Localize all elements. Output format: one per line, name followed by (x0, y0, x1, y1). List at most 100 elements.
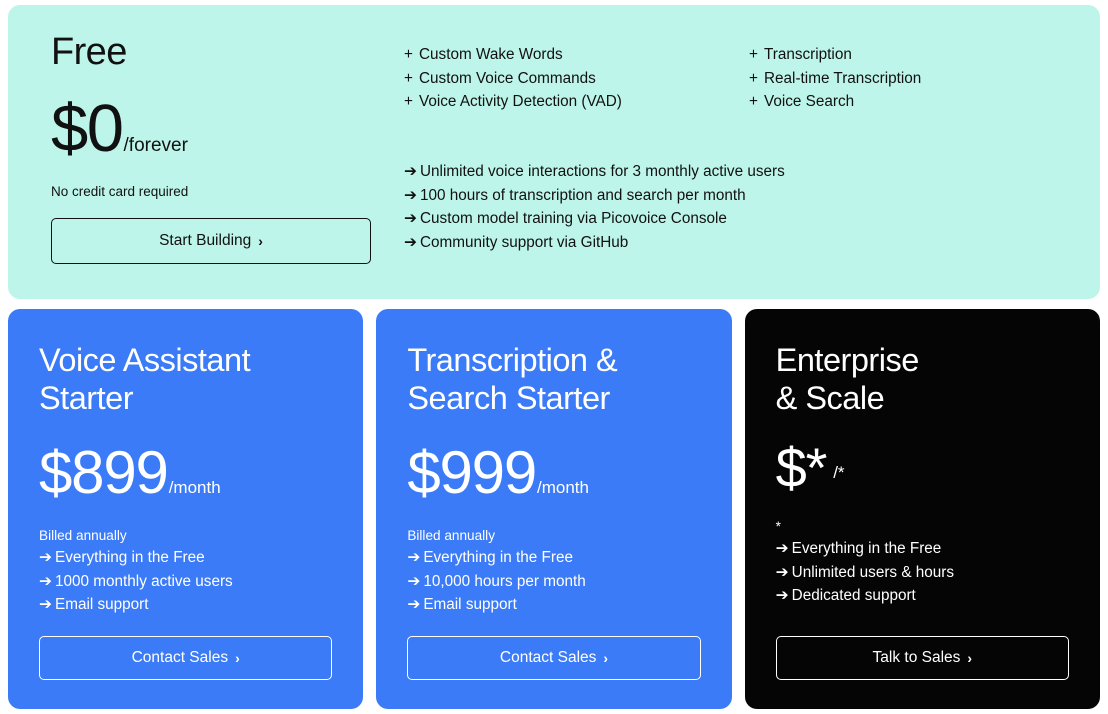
list-item-label: Unlimited users & hours (791, 563, 955, 581)
plus-icon: + (749, 46, 758, 63)
free-feature-column-1: + Custom Wake Words + Custom Voice Command… (404, 43, 749, 114)
plan-title-line-1: Transcription & (407, 342, 618, 378)
price-free: $0 /forever (51, 95, 391, 162)
contact-sales-button[interactable]: Contact Sales › (407, 636, 701, 680)
arrow-right-icon: ➔ (404, 163, 417, 180)
start-building-button[interactable]: Start Building › (51, 217, 371, 264)
list-item: + Real-time Transcription (749, 67, 1079, 91)
arrow-right-icon: ➔ (39, 572, 52, 590)
contact-sales-label: Contact Sales (131, 649, 229, 666)
chevron-right-icon: › (235, 650, 240, 666)
pricing-card-free: Free $0 /forever No credit card required… (8, 5, 1100, 299)
list-item-label: Real-time Transcription (764, 69, 922, 87)
plan-title: Enterprise & Scale (776, 341, 1070, 417)
list-item-label: Unlimited voice interactions for 3 month… (420, 163, 785, 180)
list-item: + Voice Activity Detection (VAD) (404, 90, 749, 114)
price-unit: /month (168, 478, 221, 497)
list-item-label: 10,000 hours per month (423, 572, 586, 590)
list-item-label: Everything in the Free (791, 540, 942, 558)
list-item: + Custom Wake Words (404, 43, 749, 67)
price-unit-free: /forever (123, 134, 188, 156)
arrow-right-icon: ➔ (39, 549, 52, 566)
list-item: + Transcription (749, 43, 1079, 67)
price-amount: $899 (39, 439, 169, 506)
price-unit: /month (537, 478, 589, 497)
free-limits-list: ➔ Unlimited voice interactions for 3 mont… (404, 160, 785, 254)
list-item-label: Transcription (764, 46, 852, 63)
list-item: ➔ Everything in the Free (407, 546, 701, 570)
list-item-label: 1000 monthly active users (55, 572, 233, 590)
plus-icon: + (749, 93, 758, 110)
list-item: ➔ Unlimited users & hours (776, 561, 1070, 585)
arrow-right-icon: ➔ (39, 596, 52, 613)
price-amount: $* (775, 436, 828, 499)
no-credit-card-note: No credit card required (51, 183, 189, 199)
feature-list: ➔ Everything in the Free ➔ 10,000 hours pe… (407, 546, 701, 617)
list-item: ➔ 100 hours of transcription and search p… (404, 184, 785, 208)
list-item-label: Custom Wake Words (419, 46, 563, 63)
list-item-label: Everything in the Free (55, 549, 205, 566)
price: $* /* (775, 436, 1070, 499)
list-item: ➔ Custom model training via Picovoice Con… (404, 207, 785, 231)
list-item-label: Custom model training via Picovoice Cons… (420, 210, 727, 227)
list-item: ➔ Email support (407, 593, 701, 617)
start-building-label: Start Building (159, 231, 252, 249)
plan-title-line-2: & Scale (775, 380, 885, 416)
list-item: ➔ 10,000 hours per month (407, 570, 701, 594)
price: $999 /month (407, 443, 701, 503)
plan-title-line-1: Enterprise (775, 342, 920, 378)
pricing-card-voice-assistant-starter: Voice Assistant Starter $899 /month Bill… (8, 309, 364, 709)
list-item-label: Email support (55, 596, 149, 613)
plan-title-line-2: Search Starter (407, 380, 610, 416)
list-item: + Voice Search (749, 90, 1079, 114)
arrow-right-icon: ➔ (407, 572, 421, 590)
plan-title: Transcription & Search Starter (407, 341, 701, 417)
billing-note: Billed annually (407, 528, 495, 543)
pricing-page: Free $0 /forever No credit card required… (0, 0, 1108, 714)
chevron-right-icon: › (967, 650, 973, 666)
plan-title-line-2: Starter (39, 380, 134, 416)
price-unit: /* (833, 463, 845, 483)
plus-icon: + (749, 69, 758, 87)
arrow-right-icon: ➔ (407, 596, 421, 613)
list-item: ➔ 1000 monthly active users (39, 570, 333, 594)
list-item-label: Custom Voice Commands (419, 69, 596, 87)
list-item: ➔ Everything in the Free (39, 546, 333, 570)
billing-note: * (775, 519, 781, 535)
arrow-right-icon: ➔ (404, 186, 417, 204)
arrow-right-icon: ➔ (775, 540, 789, 558)
price: $899 /month (39, 443, 333, 503)
free-feature-columns: + Custom Wake Words + Custom Voice Command… (404, 43, 1079, 114)
contact-sales-button[interactable]: Contact Sales › (39, 636, 333, 680)
list-item-label: Voice Activity Detection (VAD) (419, 93, 622, 110)
talk-to-sales-button[interactable]: Talk to Sales › (775, 636, 1069, 680)
contact-sales-label: Contact Sales (499, 649, 597, 666)
arrow-right-icon: ➔ (407, 549, 421, 566)
pricing-card-enterprise-scale: Enterprise & Scale $* /* * ➔ Everything i… (744, 309, 1100, 709)
price-amount-free: $0 (51, 90, 124, 166)
arrow-right-icon: ➔ (404, 210, 417, 227)
list-item: ➔ Everything in the Free (776, 537, 1070, 561)
price-amount: $999 (407, 439, 537, 506)
list-item-label: Voice Search (764, 93, 855, 110)
talk-to-sales-label: Talk to Sales (872, 649, 961, 666)
plan-title-line-1: Voice Assistant (39, 342, 251, 378)
pricing-card-transcription-search-starter: Transcription & Search Starter $999 /mon… (376, 309, 732, 709)
plus-icon: + (404, 69, 413, 87)
plus-icon: + (404, 46, 413, 63)
list-item-label: Dedicated support (791, 587, 916, 605)
feature-list: ➔ Everything in the Free ➔ 1000 monthly ac… (39, 546, 333, 617)
chevron-right-icon: › (603, 650, 609, 666)
arrow-right-icon: ➔ (775, 563, 789, 581)
list-item-label: Everything in the Free (423, 549, 573, 566)
arrow-right-icon: ➔ (775, 587, 789, 605)
billing-note: Billed annually (39, 528, 127, 543)
plus-icon: + (404, 93, 413, 110)
chevron-right-icon: › (258, 232, 263, 249)
list-item-label: Email support (423, 596, 517, 613)
list-item: ➔ Dedicated support (776, 584, 1070, 608)
feature-list: ➔ Everything in the Free ➔ Unlimited users… (776, 537, 1070, 608)
list-item-label: Community support via GitHub (420, 233, 629, 251)
list-item: ➔ Community support via GitHub (404, 231, 785, 255)
plan-title: Voice Assistant Starter (39, 341, 333, 417)
